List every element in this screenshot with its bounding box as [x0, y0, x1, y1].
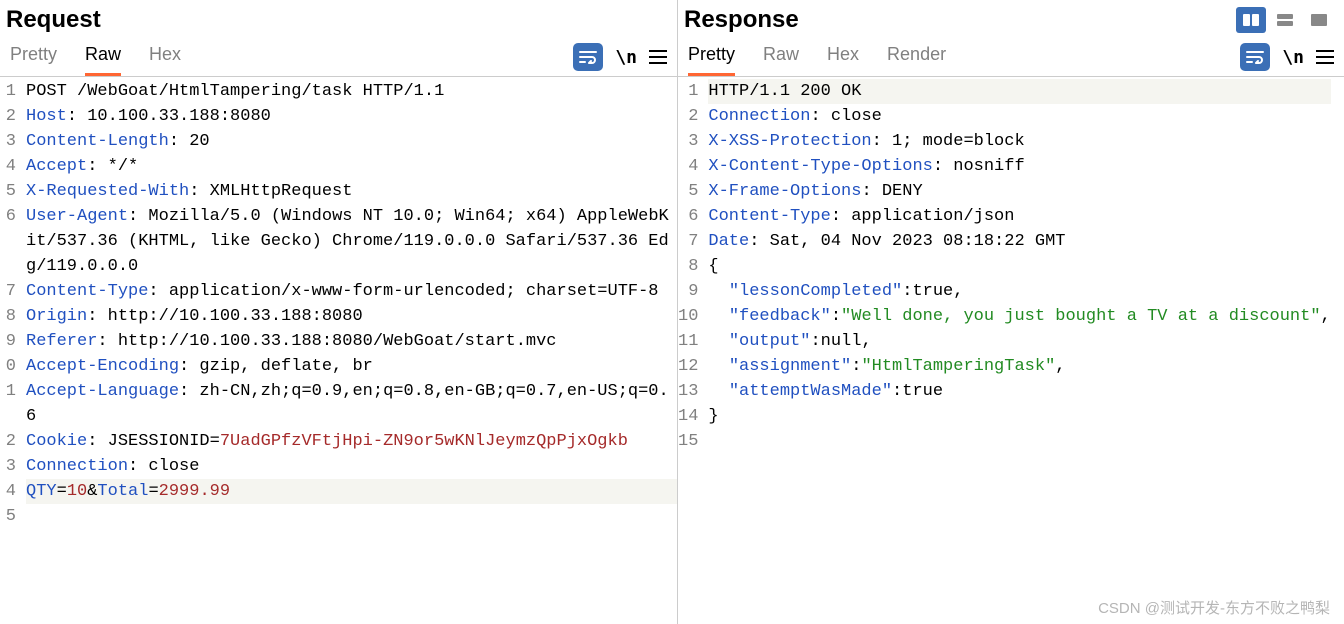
request-header: Request [0, 0, 677, 34]
response-code[interactable]: HTTP/1.1 200 OKConnection: closeX-XSS-Pr… [702, 77, 1330, 624]
request-code[interactable]: POST /WebGoat/HtmlTampering/task HTTP/1.… [20, 77, 677, 624]
response-title: Response [682, 6, 799, 34]
request-pane: Request Pretty Raw Hex \n 123456 78901 2… [0, 0, 678, 624]
layout-toolbar [1236, 7, 1340, 33]
wrap-lines-icon[interactable] [573, 43, 603, 71]
newline-icon[interactable]: \n [1282, 47, 1304, 68]
request-title: Request [4, 6, 101, 34]
response-tabbar: Pretty Raw Hex Render \n [678, 34, 1344, 77]
tab-pretty[interactable]: Pretty [688, 38, 735, 76]
response-gutter: 123456789101112131415 [678, 77, 702, 624]
tab-raw[interactable]: Raw [763, 38, 799, 76]
newline-icon[interactable]: \n [615, 47, 637, 68]
response-tabs: Pretty Raw Hex Render [682, 38, 946, 76]
tab-pretty[interactable]: Pretty [10, 38, 57, 76]
request-editor[interactable]: 123456 78901 2345 POST /WebGoat/HtmlTamp… [0, 77, 677, 624]
response-toolbar: \n [1240, 43, 1340, 71]
request-tabs: Pretty Raw Hex [4, 38, 181, 76]
layout-single-icon[interactable] [1304, 7, 1334, 33]
request-toolbar: \n [573, 43, 673, 71]
tab-render[interactable]: Render [887, 38, 946, 76]
response-header: Response [678, 0, 1344, 34]
request-gutter: 123456 78901 2345 [0, 77, 20, 624]
tab-hex[interactable]: Hex [827, 38, 859, 76]
tab-hex[interactable]: Hex [149, 38, 181, 76]
response-editor[interactable]: 123456789101112131415 HTTP/1.1 200 OKCon… [678, 77, 1344, 624]
menu-icon[interactable] [649, 50, 667, 64]
tab-raw[interactable]: Raw [85, 38, 121, 76]
request-tabbar: Pretty Raw Hex \n [0, 34, 677, 77]
response-pane: Response Pretty Raw Hex Render [678, 0, 1344, 624]
layout-columns-icon[interactable] [1236, 7, 1266, 33]
layout-rows-icon[interactable] [1270, 7, 1300, 33]
wrap-lines-icon[interactable] [1240, 43, 1270, 71]
watermark: CSDN @测试开发-东方不败之鸭梨 [1098, 597, 1330, 618]
menu-icon[interactable] [1316, 50, 1334, 64]
